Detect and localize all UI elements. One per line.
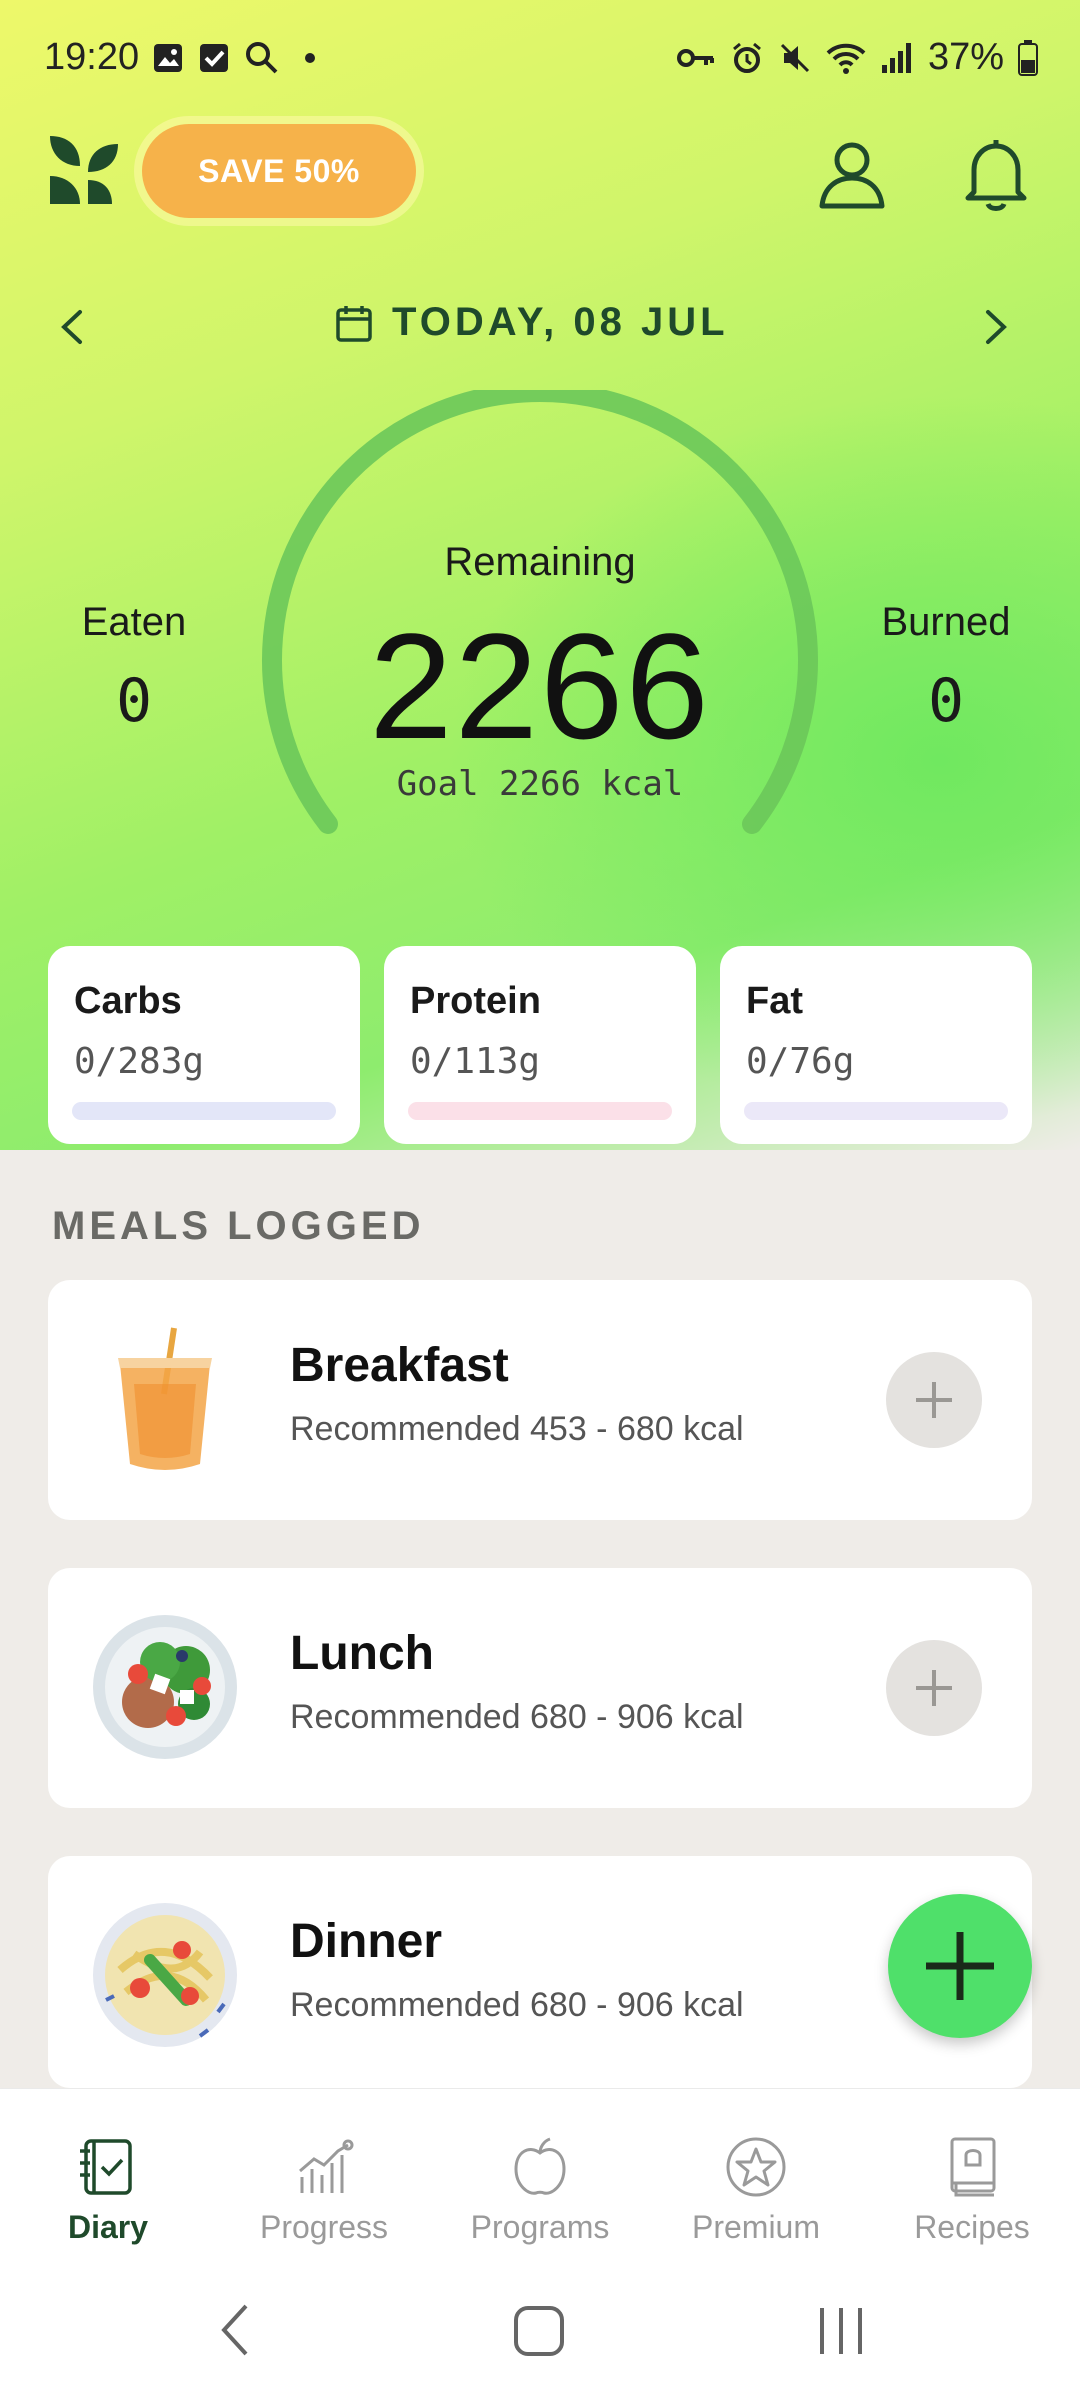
meal-recommended: Recommended 680 - 906 kcal xyxy=(290,1986,744,2024)
signal-icon xyxy=(881,42,911,73)
eaten-value: 0 xyxy=(115,666,153,736)
app-logo-icon xyxy=(50,136,118,204)
meal-title: Breakfast xyxy=(290,1339,509,1392)
meal-card-dinner[interactable]: Dinner Recommended 680 - 906 kcal xyxy=(48,1856,1032,2088)
status-time: 19:20 xyxy=(44,36,140,78)
gallery-icon xyxy=(154,44,182,72)
macro-card-fat[interactable]: Fat 0/76g xyxy=(720,946,1032,1144)
meal-card-lunch[interactable]: Lunch Recommended 680 - 906 kcal xyxy=(48,1568,1032,1808)
save-50-promo-button[interactable]: SAVE 50% xyxy=(142,124,416,218)
add-lunch-button[interactable] xyxy=(886,1640,982,1736)
plus-icon xyxy=(916,1382,952,1418)
pasta-plate-icon xyxy=(93,1903,237,2047)
system-back-icon[interactable] xyxy=(214,2302,258,2358)
juice-cup-icon xyxy=(118,1327,212,1470)
macro-progress-bar xyxy=(408,1102,672,1120)
battery-percent: 37% xyxy=(927,36,1004,78)
add-food-fab-button[interactable] xyxy=(888,1894,1032,2038)
macro-name: Carbs xyxy=(74,980,182,1022)
macro-card-carbs[interactable]: Carbs 0/283g xyxy=(48,946,360,1144)
plus-icon xyxy=(916,1670,952,1706)
add-breakfast-button[interactable] xyxy=(886,1352,982,1448)
nav-label: Premium xyxy=(691,2209,820,2245)
meal-title: Dinner xyxy=(290,1915,443,1968)
nav-recipes[interactable]: Recipes xyxy=(864,2089,1080,2265)
profile-icon[interactable] xyxy=(812,134,892,214)
wifi-icon xyxy=(826,43,866,74)
calorie-goal-text: Goal 2266 kcal xyxy=(396,764,684,804)
eaten-label: Eaten xyxy=(81,600,187,644)
system-navigation-bar xyxy=(0,2264,1080,2400)
macro-name: Fat xyxy=(746,980,803,1022)
nav-premium[interactable]: Premium xyxy=(648,2089,864,2265)
search-icon xyxy=(246,42,278,74)
vpn-key-icon xyxy=(676,48,714,67)
macro-progress-bar xyxy=(72,1102,336,1120)
star-icon xyxy=(726,2137,786,2197)
remaining-label: Remaining xyxy=(444,540,636,584)
nav-label: Recipes xyxy=(914,2209,1030,2245)
macro-value: 0/76g xyxy=(746,1041,855,1082)
mute-icon xyxy=(780,43,809,72)
date-selector[interactable]: TODAY, 08 JUL xyxy=(334,300,729,345)
recipe-book-icon xyxy=(950,2137,996,2197)
nav-programs[interactable]: Programs xyxy=(432,2089,648,2265)
bottom-navigation: Diary Progress Programs Premium Recipes xyxy=(0,2088,1080,2264)
diary-icon xyxy=(80,2139,132,2195)
meal-title: Lunch xyxy=(290,1627,434,1680)
nav-label: Programs xyxy=(470,2209,610,2245)
previous-day-chevron-icon[interactable] xyxy=(50,304,96,350)
salad-plate-icon xyxy=(93,1615,237,1759)
next-day-chevron-icon[interactable] xyxy=(972,304,1018,350)
status-system-icons: 37% xyxy=(676,36,1038,79)
burned-label: Burned xyxy=(881,600,1011,644)
progress-chart-icon xyxy=(299,2139,354,2193)
meals-logged-heading: MEALS LOGGED xyxy=(52,1204,425,1248)
meal-card-breakfast[interactable]: Breakfast Recommended 453 - 680 kcal xyxy=(48,1280,1032,1520)
dot-icon xyxy=(305,53,315,63)
date-label: TODAY, 08 JUL xyxy=(392,300,729,344)
alarm-icon xyxy=(732,42,761,73)
burned-value: 0 xyxy=(927,666,965,736)
checkbox-icon xyxy=(200,44,228,72)
system-home-icon[interactable] xyxy=(512,2304,566,2358)
plus-icon xyxy=(926,1932,994,2000)
status-notification-icons xyxy=(152,40,326,76)
battery-icon xyxy=(1018,39,1038,76)
apple-icon xyxy=(514,2137,566,2195)
nav-diary[interactable]: Diary xyxy=(0,2089,216,2265)
macro-name: Protein xyxy=(410,980,541,1022)
macro-value: 0/113g xyxy=(410,1041,541,1082)
macro-value: 0/283g xyxy=(74,1041,205,1082)
meal-recommended: Recommended 680 - 906 kcal xyxy=(290,1698,744,1736)
notifications-bell-icon[interactable] xyxy=(956,134,1036,214)
nav-progress[interactable]: Progress xyxy=(216,2089,432,2265)
macro-progress-bar xyxy=(744,1102,1008,1120)
nav-label: Diary xyxy=(67,2209,149,2245)
system-recents-icon[interactable] xyxy=(816,2304,866,2358)
macro-card-protein[interactable]: Protein 0/113g xyxy=(384,946,696,1144)
meal-recommended: Recommended 453 - 680 kcal xyxy=(290,1410,744,1448)
nav-label: Progress xyxy=(259,2209,389,2245)
calendar-icon xyxy=(336,305,372,342)
